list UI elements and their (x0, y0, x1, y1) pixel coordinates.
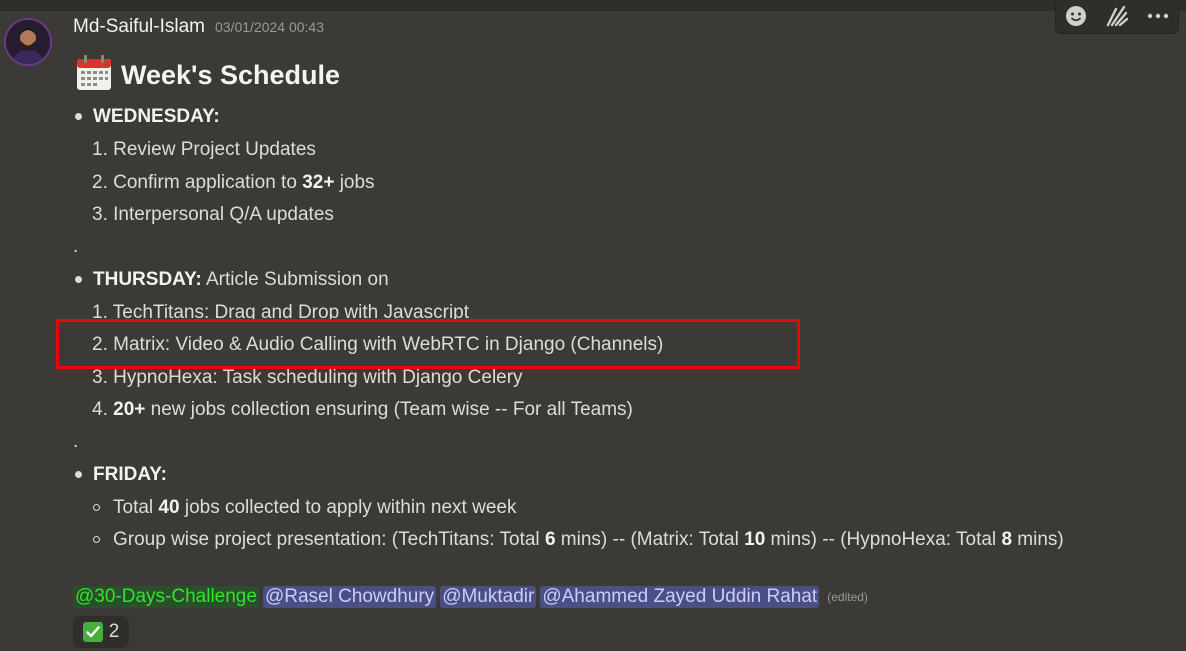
message-title-row: Week's Schedule (75, 54, 340, 97)
user-mention[interactable]: @Muktadir (440, 586, 537, 608)
list-item: 4. 20+ new jobs collection ensuring (Tea… (92, 399, 633, 420)
user-mention[interactable]: @Ahammed Zayed Uddin Rahat (540, 586, 820, 608)
mentions-row: @30-Days-Challenge @Rasel Chowdhury @Muk… (73, 586, 868, 608)
list-item: 1. Review Project Updates (92, 139, 316, 160)
avatar[interactable] (4, 18, 52, 66)
username[interactable]: Md-Saiful-Islam (73, 16, 205, 38)
forum-icon[interactable] (1101, 2, 1133, 30)
separator: . (73, 431, 79, 452)
highlight-box (56, 319, 800, 369)
add-reaction-icon[interactable] (1060, 2, 1092, 30)
role-mention[interactable]: @30-Days-Challenge (73, 586, 259, 608)
friday-heading: FRIDAY: (93, 464, 167, 485)
separator: . (73, 236, 79, 257)
message-toolbar (1055, 0, 1179, 34)
bullet (75, 113, 82, 120)
wednesday-heading: WEDNESDAY: (93, 106, 220, 127)
channel-top-edge (0, 0, 1186, 11)
list-item: Total 40 jobs collected to apply within … (113, 497, 517, 518)
reaction-button[interactable]: 2 (73, 616, 129, 648)
check-mark-icon (82, 622, 103, 642)
message-header: Md-Saiful-Islam 03/01/2024 00:43 (73, 16, 324, 38)
bullet (75, 276, 82, 283)
list-item: 3. HypnoHexa: Task scheduling with Djang… (92, 367, 523, 388)
reaction-count: 2 (108, 621, 120, 642)
bullet (75, 471, 82, 478)
list-item: 3. Interpersonal Q/A updates (92, 204, 334, 225)
calendar-icon (75, 54, 113, 97)
sub-bullet (93, 504, 100, 511)
message-title: Week's Schedule (121, 60, 341, 90)
edited-label: (edited) (827, 590, 868, 604)
thursday-heading: THURSDAY: Article Submission on (93, 269, 389, 290)
more-options-icon[interactable] (1142, 2, 1174, 30)
list-item: 2. Confirm application to 32+ jobs (92, 172, 375, 193)
sub-bullet (93, 536, 100, 543)
timestamp[interactable]: 03/01/2024 00:43 (215, 19, 324, 35)
list-item: Group wise project presentation: (TechTi… (113, 529, 1064, 550)
user-mention[interactable]: @Rasel Chowdhury (262, 586, 437, 608)
